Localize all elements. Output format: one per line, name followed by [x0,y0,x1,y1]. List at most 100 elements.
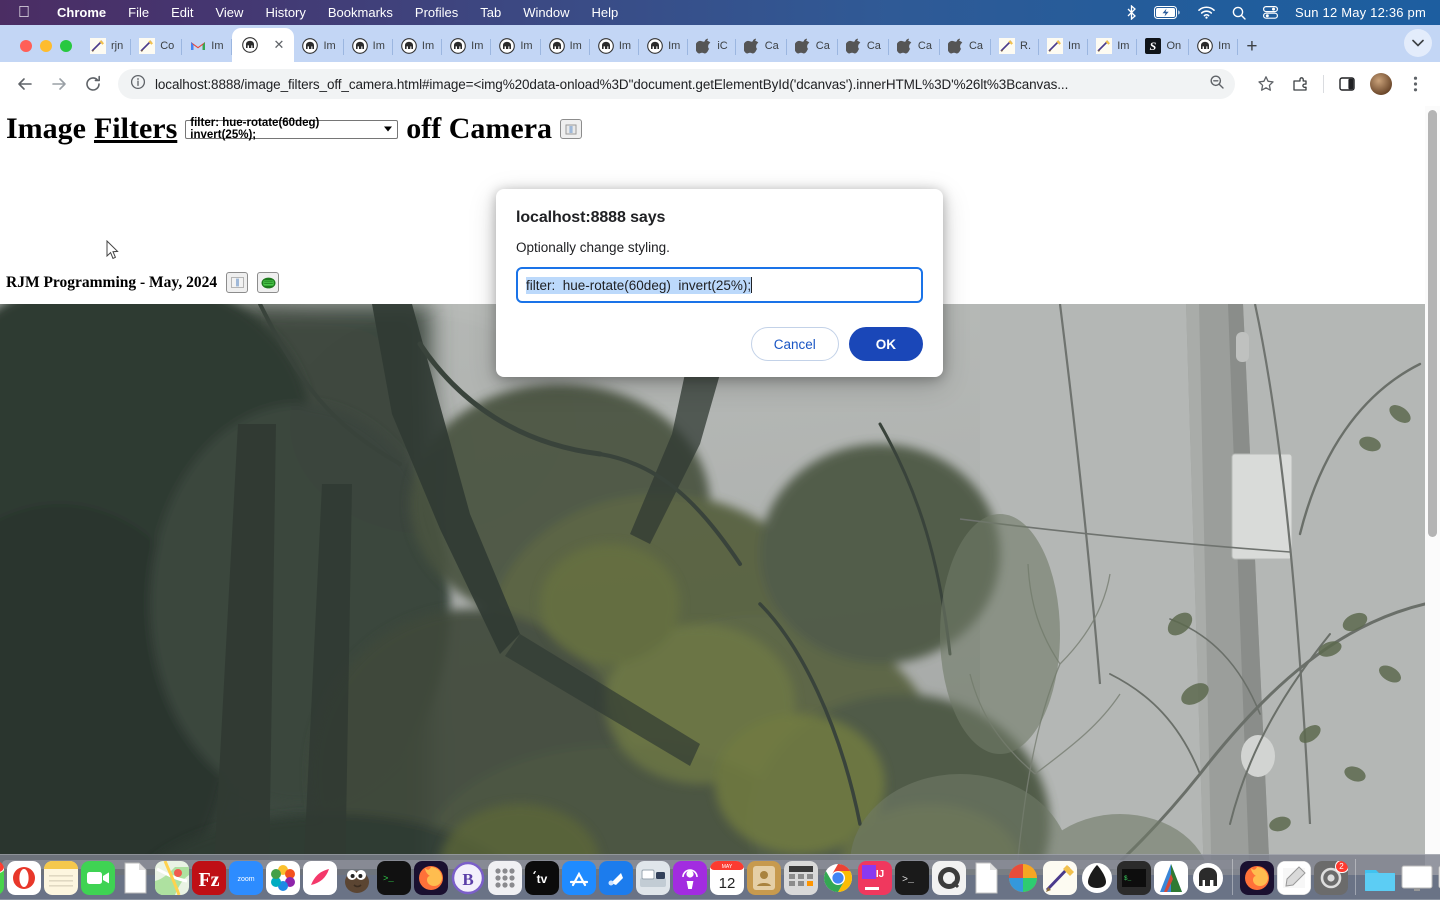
dock-item-notes-pencil[interactable] [1276,861,1311,895]
browser-tab[interactable]: Ca [787,30,838,62]
dock-item-firefox[interactable] [413,861,448,895]
bluetooth-icon[interactable] [1126,5,1137,20]
menu-item-chrome[interactable]: Chrome [46,5,117,20]
ok-button[interactable]: OK [848,327,923,361]
dock-item-messages[interactable]: 179 [0,861,4,895]
dock-item-facetime[interactable] [80,861,115,895]
dock-item-maps[interactable] [154,861,189,895]
dock-item-apple-tv[interactable]: tv [524,861,559,895]
dock-item-calculator[interactable] [783,861,818,895]
menu-item-history[interactable]: History [254,5,316,20]
dock-item-downloads-folder[interactable] [1363,861,1397,895]
info-circle-icon[interactable] [130,74,146,95]
dock-item-console[interactable]: $_ [1116,861,1151,895]
browser-tab[interactable]: Im [294,30,344,62]
wifi-icon[interactable] [1198,6,1215,19]
browser-tab[interactable]: Im [639,30,689,62]
spotlight-search-icon[interactable] [1232,6,1246,20]
browser-tab[interactable]: rjn [82,30,132,62]
menu-bar-clock[interactable]: Sun 12 May 12:36 pm [1295,5,1426,20]
browser-tab[interactable]: S On [1137,30,1190,62]
vertical-scrollbar-thumb[interactable] [1428,110,1437,537]
browser-tab[interactable]: Im [590,30,640,62]
three-dot-menu-icon[interactable] [1400,69,1430,99]
dock-item-textedit-document[interactable] [118,861,152,895]
control-center-icon[interactable] [1263,6,1278,19]
menu-item-tab[interactable]: Tab [469,5,512,20]
forward-arrow-icon[interactable] [44,69,74,99]
browser-tab[interactable]: Im [182,30,232,62]
browser-tab[interactable]: Im [1189,30,1239,62]
small-icon-button[interactable] [560,119,583,139]
dock-item-xcode[interactable] [598,861,633,895]
menu-item-profiles[interactable]: Profiles [404,5,469,20]
side-panel-icon[interactable] [1332,69,1362,99]
browser-tab[interactable]: Im [393,30,443,62]
dock-item-terminal[interactable]: >_ [376,861,411,895]
browser-tab[interactable]: Im [1088,30,1138,62]
dock-item-window-doc-2[interactable] [1437,861,1440,895]
browser-tab[interactable]: Ca [889,30,940,62]
filtered-photo[interactable] [0,304,1425,875]
image-thumbnail-button[interactable] [226,272,249,293]
dock-item-notes[interactable] [43,861,78,895]
dock-item-quicktime[interactable] [931,861,966,895]
profile-avatar[interactable] [1366,69,1396,99]
browser-tab[interactable]: Im [344,30,393,62]
dock-item-inkscape[interactable] [1080,861,1114,895]
dock-item-window-doc-1[interactable] [1400,861,1434,895]
dock-item-image-capture[interactable] [635,861,670,895]
browser-tab[interactable]: Ca [736,30,787,62]
dock-item-filezilla[interactable]: Fz [191,861,226,895]
minimize-window-button[interactable] [40,40,52,52]
dialog-text-input[interactable]: filter: hue-rotate(60deg) invert(25%); [516,267,923,303]
dock-item-rjm[interactable] [1042,861,1077,895]
menu-item-view[interactable]: View [204,5,254,20]
cancel-button[interactable]: Cancel [750,327,839,361]
dock-item-iterm[interactable]: >_ [894,861,929,895]
extensions-icon[interactable] [1285,69,1315,99]
zoom-out-icon[interactable] [1209,74,1225,95]
dock-item-elephant-browser[interactable] [1191,861,1225,895]
browser-tab[interactable]: iC [688,30,736,62]
url-text[interactable]: localhost:8888/image_filters_off_camera.… [155,77,1203,92]
apple-logo-icon[interactable]:  [18,4,30,21]
address-bar[interactable]: localhost:8888/image_filters_off_camera.… [118,69,1235,99]
new-tab-button[interactable]: + [1238,37,1265,62]
dock-item-gimp[interactable] [340,861,374,895]
dock-item-settings[interactable]: 2 [1313,861,1348,895]
browser-tab[interactable]: Im [442,30,492,62]
dock-item-intellij-idea[interactable]: IJ [857,861,892,895]
menu-item-edit[interactable]: Edit [160,5,204,20]
browser-tab[interactable]: R. [991,30,1040,62]
menu-item-file[interactable]: File [117,5,160,20]
menu-item-help[interactable]: Help [581,5,630,20]
bookmark-star-icon[interactable] [1251,69,1281,99]
camera-button[interactable] [257,272,280,293]
browser-tab[interactable]: Ca [940,30,992,62]
browser-tab[interactable]: Co [131,30,183,62]
close-window-button[interactable] [20,40,32,52]
browser-tab[interactable]: Im [491,30,541,62]
dock-item-zoom[interactable]: zoom [228,861,263,895]
dock-item-firefox-dev[interactable] [1239,861,1274,895]
maximize-window-button[interactable] [60,40,72,52]
menu-item-window[interactable]: Window [512,5,580,20]
dock-item-app-store[interactable] [561,861,596,895]
dock-item-opera[interactable] [6,861,41,895]
dock-item-contacts[interactable] [746,861,781,895]
browser-tab[interactable]: Im [1039,30,1089,62]
dock-item-news[interactable] [302,861,337,895]
dock-item-pages-document[interactable] [969,861,1003,895]
dock-item-launchpad[interactable] [487,861,522,895]
back-arrow-icon[interactable] [10,69,40,99]
battery-charging-icon[interactable] [1154,6,1181,19]
tab-search-chevron-down-icon[interactable] [1404,29,1432,57]
menu-item-bookmarks[interactable]: Bookmarks [317,5,404,20]
style-select[interactable]: filter: hue-rotate(60deg) invert(25%); [185,117,399,141]
close-tab-icon[interactable]: ✕ [274,37,285,53]
dock-item-color-wheel[interactable] [1006,861,1040,895]
browser-tab-active[interactable]: ✕ [231,28,295,62]
dock-item-calendar[interactable]: MAY 12 [709,861,744,895]
dock-item-photos[interactable] [265,861,300,895]
